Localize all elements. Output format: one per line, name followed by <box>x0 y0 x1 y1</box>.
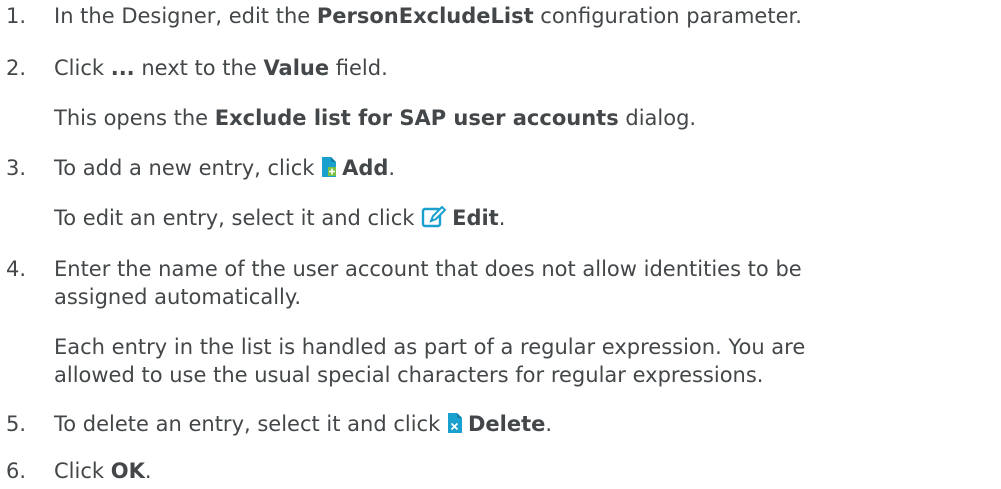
step-text: In the Designer, edit the PersonExcludeL… <box>54 4 802 28</box>
step-text: Click ... next to the Value field. <box>54 56 388 80</box>
step-note: This opens the Exclude list for SAP user… <box>54 106 697 130</box>
edit-icon <box>421 205 447 235</box>
instruction-list: 1. In the Designer, edit the PersonExclu… <box>0 0 1001 489</box>
step-text-line-1: Enter the name of the user account that … <box>54 257 802 281</box>
delete-document-icon <box>447 412 463 441</box>
add-document-icon <box>321 156 337 185</box>
delete-label: Delete <box>467 412 546 436</box>
step-number: 2. <box>6 56 27 80</box>
step-number: 5. <box>6 412 27 436</box>
step-number: 4. <box>6 257 27 281</box>
step-note-line-2: allowed to use the usual special charact… <box>54 363 764 387</box>
step-number: 3. <box>6 156 27 180</box>
step-number: 6. <box>6 459 27 483</box>
add-label: Add <box>342 156 389 180</box>
step-number: 1. <box>6 4 27 28</box>
step-text-line-2: assigned automatically. <box>54 285 301 309</box>
step-note-line-1: Each entry in the list is handled as par… <box>54 335 806 359</box>
param-name: PersonExcludeList <box>316 4 534 28</box>
ellipsis-button-label: ... <box>110 56 135 80</box>
step-text: Click OK. <box>54 459 152 483</box>
dialog-name: Exclude list for SAP user accounts <box>214 106 619 130</box>
ok-label: OK <box>110 459 145 483</box>
field-name: Value <box>263 56 330 80</box>
step-text: To delete an entry, select it and click … <box>54 410 552 441</box>
edit-label: Edit <box>452 206 499 230</box>
step-note: To edit an entry, select it and click Ed… <box>54 204 505 235</box>
step-text: To add a new entry, click Add. <box>54 154 395 185</box>
